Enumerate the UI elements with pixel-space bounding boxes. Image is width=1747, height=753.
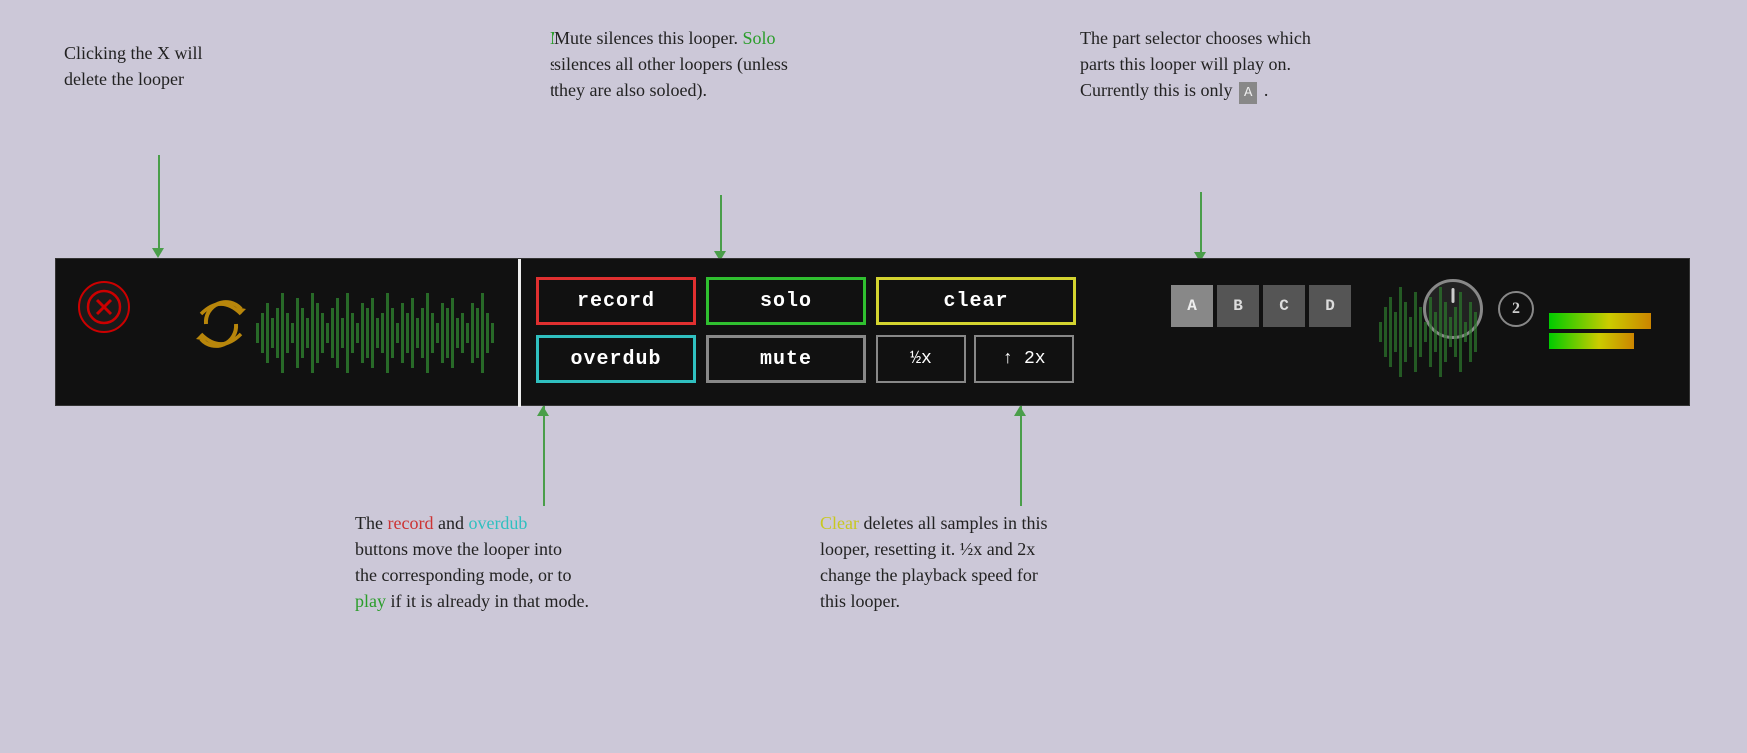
arrow-record-overdub-up: [543, 406, 545, 506]
buttons-area: record solo clear overdub mute ½x ↑ 2x: [536, 277, 1076, 383]
arrow-part: [1200, 192, 1202, 254]
looper-strip: record solo clear overdub mute ½x ↑ 2x A…: [55, 258, 1690, 406]
annotation-top-left: Clicking the X will delete the looper: [64, 40, 203, 92]
solo-button[interactable]: solo: [706, 277, 866, 325]
part-badge-a: A: [1239, 82, 1257, 104]
annotation-top-center-fixed: Mute silences this looper. Solo silences…: [554, 25, 788, 103]
arrow-delete-head: [152, 248, 164, 258]
level-bar-2: [1549, 333, 1649, 349]
overdub-button[interactable]: overdub: [536, 335, 696, 383]
part-button-c[interactable]: C: [1263, 285, 1305, 327]
record-button[interactable]: record: [536, 277, 696, 325]
level-meters: [1549, 269, 1669, 349]
arrow-mute-solo: [720, 195, 722, 253]
half-speed-button[interactable]: ½x: [876, 335, 966, 383]
mute-button[interactable]: mute: [706, 335, 866, 383]
waveform: [256, 269, 496, 397]
delete-button[interactable]: [78, 281, 130, 333]
part-button-a[interactable]: A: [1171, 285, 1213, 327]
x-icon: [86, 289, 122, 325]
speed-buttons-row: ½x ↑ 2x: [876, 335, 1076, 383]
loop-arrows-icon: [186, 289, 256, 359]
arrow-clear-up: [1020, 406, 1022, 506]
annotation-top-right: The part selector chooses which parts th…: [1080, 25, 1311, 104]
double-speed-button[interactable]: ↑ 2x: [974, 335, 1074, 383]
arrow-delete: [158, 155, 160, 250]
channel-badge: 2: [1498, 291, 1534, 327]
part-selector: A B C D: [1171, 285, 1351, 327]
clear-button[interactable]: clear: [876, 277, 1076, 325]
part-button-b[interactable]: B: [1217, 285, 1259, 327]
waveform-right: [1379, 267, 1479, 397]
arrow-clear-head-up: [1014, 406, 1026, 416]
annotation-bottom-right: Clear deletes all samples in this looper…: [820, 510, 1047, 614]
arrow-record-overdub-head-up: [537, 406, 549, 416]
annotation-bottom-left: The record and overdub buttons move the …: [355, 510, 589, 614]
level-bar-1: [1549, 313, 1669, 329]
playhead: [518, 259, 521, 407]
part-button-d[interactable]: D: [1309, 285, 1351, 327]
